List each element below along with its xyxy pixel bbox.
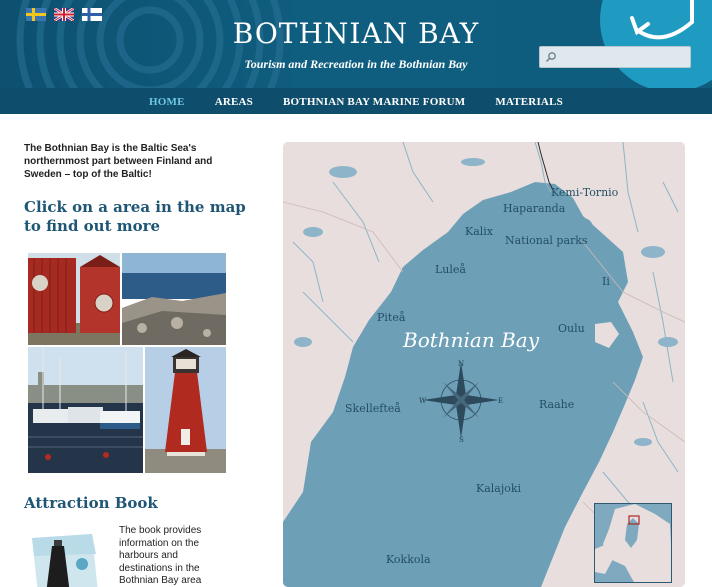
compass-s: S [459,436,464,444]
nav-materials[interactable]: MATERIALS [480,88,578,114]
attraction-book-description: The book provides information on the har… [119,525,202,586]
place-kemi-tornio[interactable]: Kemi-Tornio [551,186,618,199]
attraction-book-heading[interactable]: Attraction Book [24,494,158,512]
anchor-logo-icon [600,0,712,88]
search-box[interactable] [539,46,691,68]
place-ii[interactable]: Ii [602,275,610,288]
compass-w: W [419,397,427,405]
map-title: Bothnian Bay [403,328,540,352]
place-kalajoki[interactable]: Kalajoki [476,482,521,495]
site-header: BOTHNIAN BAY Tourism and Recreation in t… [0,0,712,88]
search-input[interactable] [560,49,688,66]
attraction-book-cover[interactable] [32,534,98,587]
place-raahe[interactable]: Raahe [539,398,574,411]
intro-text: The Bothnian Bay is the Baltic Sea's nor… [24,143,213,180]
place-kalix[interactable]: Kalix [465,225,493,238]
place-haparanda[interactable]: Haparanda [503,202,565,215]
bothnian-bay-map[interactable]: N S W E Kemi-Tornio Haparanda Kalix Nati… [283,142,685,587]
search-icon [545,52,556,63]
boathouse-photo[interactable] [28,253,120,345]
photo-grid [28,253,226,473]
nav-home[interactable]: HOME [134,88,200,114]
compass-n: N [458,360,464,368]
compass-e: E [498,397,503,405]
nav-marine-forum[interactable]: BOTHNIAN BAY MARINE FORUM [268,88,480,114]
lighthouse-photo[interactable] [145,347,226,473]
place-pitea[interactable]: Piteå [377,311,405,324]
harbour-photo[interactable] [28,347,143,473]
main-nav: HOME AREAS BOTHNIAN BAY MARINE FORUM MAT… [0,88,712,114]
europe-inset-map [594,503,672,583]
place-national-parks[interactable]: National parks [505,234,588,247]
place-oulu[interactable]: Oulu [558,322,585,335]
place-kokkola[interactable]: Kokkola [386,553,431,566]
place-skelleftea[interactable]: Skellefteå [345,402,401,415]
rocky-shore-photo[interactable] [122,253,226,345]
nav-areas[interactable]: AREAS [200,88,268,114]
place-lulea[interactable]: Luleå [435,263,466,276]
map-cta-heading: Click on a area in the map to find out m… [24,198,246,235]
